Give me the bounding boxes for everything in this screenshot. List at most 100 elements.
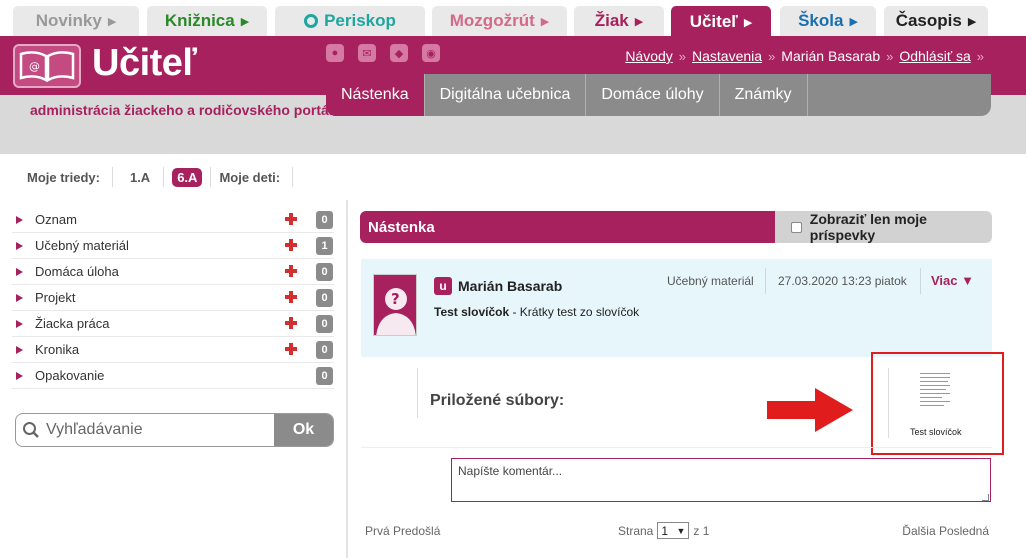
broadcast-icon[interactable]: ◉	[422, 44, 440, 62]
tab-novinky[interactable]: Novinky ▶	[13, 6, 139, 36]
more-button[interactable]: Viac ▼	[931, 273, 974, 288]
tab-skola[interactable]: Škola ▶	[780, 6, 876, 36]
board-header: Nástenka Zobraziť len moje príspevky	[360, 211, 992, 243]
tab-ziak[interactable]: Žiak ▶	[574, 6, 664, 36]
page-selector: Strana 1 ▼ z 1	[618, 522, 709, 539]
triangle-right-icon	[16, 345, 23, 354]
category-projekt[interactable]: Projekt 0	[12, 285, 334, 311]
class-1a[interactable]: 1.A	[125, 168, 155, 187]
count-badge: 0	[316, 315, 333, 333]
tab-kniznica[interactable]: Knižnica ▶	[147, 6, 267, 36]
tab-mozgozrut[interactable]: Mozgožrút ▶	[432, 6, 567, 36]
add-icon[interactable]	[284, 212, 298, 226]
separator: »	[678, 48, 687, 64]
search-icon	[16, 414, 46, 446]
category-label: Projekt	[35, 290, 76, 305]
page-total: z 1	[693, 523, 710, 538]
first-prev-links[interactable]: Prvá Predošlá	[365, 524, 440, 538]
tab-label: Žiak	[594, 11, 629, 30]
more-label: Viac	[931, 273, 958, 288]
add-icon[interactable]	[284, 316, 298, 330]
category-label: Oznam	[35, 212, 77, 227]
category-list: Oznam 0 Učebný materiál 1 Domáca úloha 0…	[12, 207, 334, 389]
class-selector: Moje triedy: 1.A 6.A Moje deti:	[27, 166, 305, 188]
post-description: - Krátky test zo slovíčok	[509, 305, 640, 319]
add-icon[interactable]	[284, 342, 298, 356]
tab-casopis[interactable]: Časopis ▶	[884, 6, 988, 36]
post-author: Marián Basarab	[458, 278, 563, 294]
tab-periskop[interactable]: Periskop	[275, 6, 425, 36]
pagination: Prvá Predošlá Strana 1 ▼ z 1 Ďalšia Posl…	[365, 522, 989, 540]
next-last-links[interactable]: Ďalšia Posledná	[902, 524, 989, 538]
navody-link[interactable]: Návody	[625, 48, 672, 64]
page-select[interactable]: 1 ▼	[657, 522, 690, 539]
triangle-right-icon	[16, 319, 23, 328]
category-label: Opakovanie	[35, 368, 105, 383]
mail-icon[interactable]: ✉	[358, 44, 376, 62]
page-value: 1	[661, 523, 669, 538]
post: ? u Marián Basarab Učebný materiál 27.03…	[361, 259, 992, 357]
category-oznam[interactable]: Oznam 0	[12, 207, 334, 233]
category-label: Žiacka práca	[35, 316, 110, 331]
post-type: Učebný materiál	[667, 274, 754, 288]
logout-link[interactable]: Odhlásiť sa	[899, 48, 970, 64]
svg-text:@: @	[29, 60, 40, 73]
avatar: ?	[373, 274, 417, 336]
category-label: Kronika	[35, 342, 80, 357]
book-logo-icon: @	[13, 44, 81, 88]
add-icon[interactable]	[284, 238, 298, 252]
separator: »	[976, 48, 984, 64]
triangle-right-icon	[16, 267, 23, 276]
tab-ucitel[interactable]: Učiteľ ▶	[671, 6, 771, 38]
user-name: Marián Basarab	[781, 48, 881, 64]
user-links: Návody » Nastavenia » Marián Basarab » O…	[625, 48, 984, 64]
svg-text:?: ?	[391, 290, 400, 308]
category-ucebny-material[interactable]: Učebný materiál 1	[12, 233, 334, 259]
add-icon[interactable]	[284, 264, 298, 278]
nav-nastenka[interactable]: Nástenka	[326, 74, 425, 116]
chevron-right-icon: ▶	[743, 16, 753, 29]
tab-label: Knižnica	[164, 11, 235, 30]
category-ziacka-praca[interactable]: Žiacka práca 0	[12, 311, 334, 337]
triangle-right-icon	[16, 293, 23, 302]
page-label: Strana	[618, 523, 654, 538]
category-domaca-uloha[interactable]: Domáca úloha 0	[12, 259, 334, 285]
divider	[417, 368, 418, 418]
nav-znamky[interactable]: Známky	[720, 74, 808, 116]
chevron-right-icon: ▶	[540, 15, 550, 28]
separator: »	[768, 48, 776, 64]
category-kronika[interactable]: Kronika 0	[12, 337, 334, 363]
user-badge: u	[434, 277, 452, 295]
nav-domace-ulohy[interactable]: Domáce úlohy	[586, 74, 720, 116]
column-divider	[346, 200, 348, 558]
tab-label: Škola	[798, 11, 844, 30]
class-6a[interactable]: 6.A	[172, 167, 203, 187]
divider	[163, 167, 165, 187]
my-posts-checkbox[interactable]	[791, 221, 802, 233]
comment-input[interactable]	[451, 458, 991, 502]
search-ok-button[interactable]: Ok	[274, 414, 333, 446]
highlight-box	[871, 352, 1004, 455]
lightbulb-icon[interactable]: ●	[326, 44, 344, 62]
triangle-right-icon	[16, 371, 23, 380]
post-text: Test slovíčok - Krátky test zo slovíčok	[434, 305, 639, 319]
divider	[920, 268, 921, 294]
count-badge: 0	[316, 367, 333, 385]
search-input[interactable]	[46, 414, 274, 446]
classes-label: Moje triedy:	[27, 169, 100, 185]
nav-digitalna-ucebnica[interactable]: Digitálna učebnica	[425, 74, 587, 116]
category-opakovanie[interactable]: Opakovanie 0	[12, 363, 334, 389]
tab-label: Časopis	[895, 11, 962, 30]
my-posts-filter[interactable]: Zobraziť len moje príspevky	[775, 211, 992, 243]
caret-down-icon: ▼	[676, 525, 686, 536]
logo-text: Učiteľ	[92, 42, 197, 84]
divider	[210, 167, 212, 187]
chat-icon[interactable]: ◆	[390, 44, 408, 62]
divider	[765, 268, 766, 294]
nastavenia-link[interactable]: Nastavenia	[692, 48, 762, 64]
count-badge: 0	[316, 289, 333, 307]
chevron-right-icon: ▶	[849, 15, 858, 28]
add-icon[interactable]	[284, 290, 298, 304]
attachments-label: Priložené súbory:	[430, 392, 565, 409]
resize-handle-icon[interactable]	[982, 494, 989, 501]
